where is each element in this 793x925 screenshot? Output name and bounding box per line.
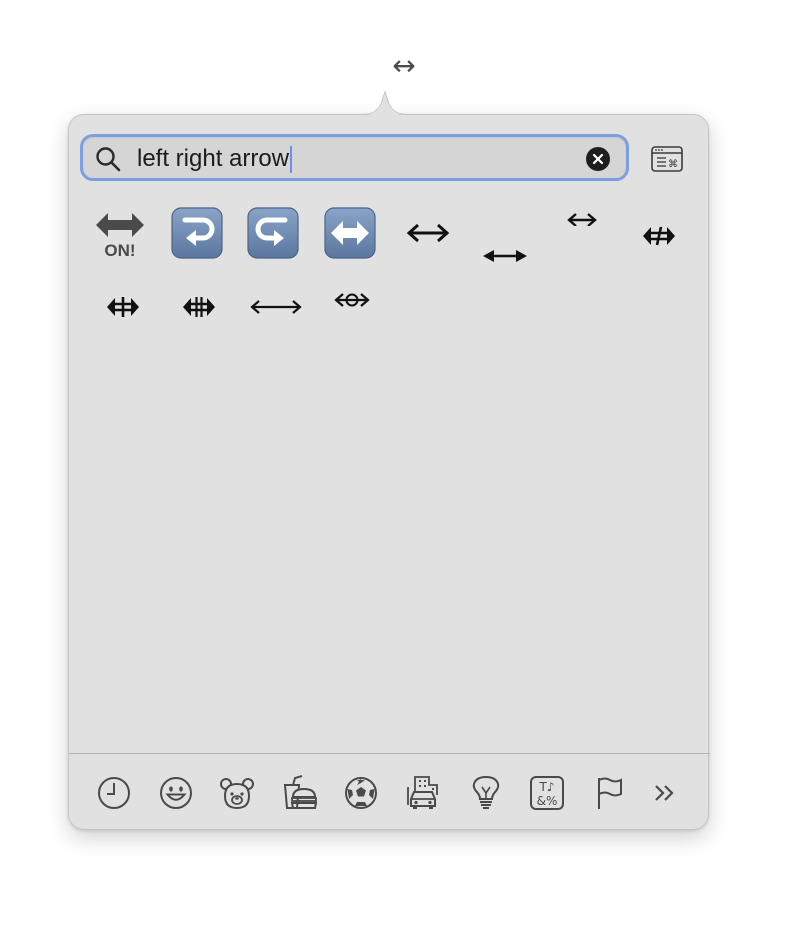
results-grid: ON! (69, 115, 710, 751)
symbol-long-left-right-arrow[interactable] (244, 275, 308, 339)
bear-icon (220, 778, 254, 810)
lightbulb-icon (472, 775, 500, 809)
tab-symbols[interactable]: T♪ &% (528, 774, 566, 812)
soccer-ball-icon (345, 777, 377, 809)
symbols-icon: T♪ &% (530, 776, 564, 810)
symbol-left-right-arrow[interactable] (396, 201, 460, 265)
tab-frequently-used[interactable] (95, 774, 133, 812)
symbol-left-right-arrow-small[interactable] (550, 179, 614, 243)
selected-character-preview: ↔ (392, 49, 416, 82)
tab-activity[interactable] (342, 774, 380, 812)
symbol-left-right-arrow-heavy[interactable] (473, 215, 537, 279)
symbol-left-right-arrow-circle[interactable] (320, 268, 384, 332)
smiley-icon (160, 777, 192, 809)
on-label: ON! (104, 241, 135, 260)
tab-smileys-people[interactable] (157, 774, 195, 812)
tab-travel-places[interactable] (404, 774, 442, 812)
symbols-label-bottom: &% (537, 794, 558, 808)
emoji-right-arrow-curving-left[interactable] (165, 201, 229, 265)
category-tab-bar: T♪ &% (69, 754, 710, 830)
emoji-picker-popover: left right arrow ⌘ ON! T♪ &% (68, 114, 710, 830)
emoji-left-arrow-curving-right[interactable] (241, 201, 305, 265)
emoji-left-right-arrow[interactable] (318, 201, 382, 265)
emoji-on-arrow[interactable]: ON! (88, 201, 152, 265)
chevron-double-right-icon (655, 785, 674, 801)
symbol-left-right-double-arrow-stroke[interactable] (627, 204, 691, 268)
tab-food-drink[interactable] (280, 774, 318, 812)
tab-more[interactable] (646, 774, 684, 812)
tab-objects[interactable] (467, 774, 505, 812)
car-building-icon (407, 776, 438, 809)
symbol-left-right-double-arrow-stroke-2[interactable] (91, 275, 155, 339)
symbol-left-right-double-arrow-stroke-3[interactable] (167, 275, 231, 339)
emoji-picker-stage: ↔ left right arrow ⌘ ON! T♪ &% (0, 0, 793, 925)
flag-icon (598, 777, 622, 809)
tab-animals-nature[interactable] (218, 774, 256, 812)
symbols-label-top: T♪ (539, 780, 555, 794)
popover-arrow (361, 90, 409, 116)
tab-flags[interactable] (590, 774, 628, 812)
clock-icon (98, 777, 130, 809)
food-icon (283, 775, 317, 809)
